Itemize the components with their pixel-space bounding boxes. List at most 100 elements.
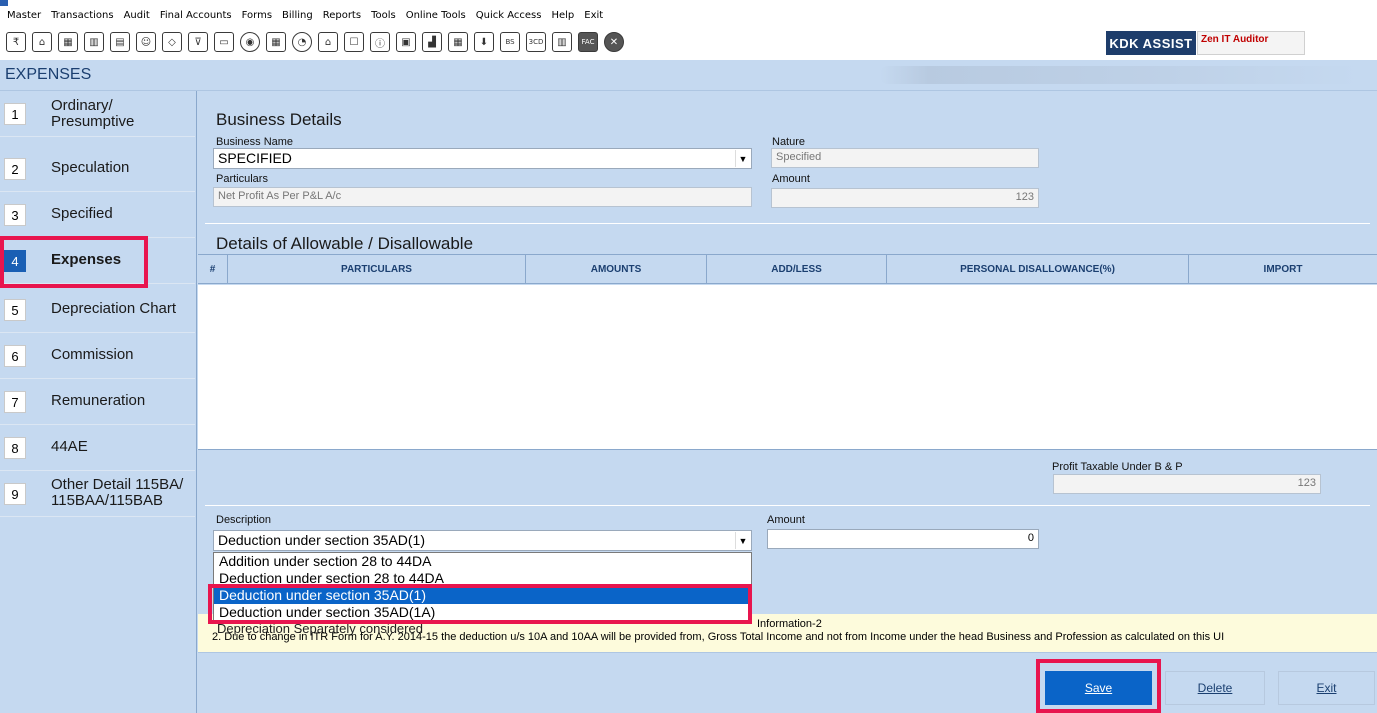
description-select[interactable]: Deduction under section 35AD(1) ▼ (213, 530, 752, 551)
menu-tools[interactable]: Tools (366, 10, 401, 21)
sidebar-item-number: 6 (4, 345, 26, 367)
blurred-info (880, 66, 1360, 84)
info-line-2: 2. Due to change in ITR Form for A.Y. 20… (212, 631, 1225, 643)
sidebar-item-label: 44AE (51, 438, 88, 455)
calculator-icon[interactable]: ▦ (266, 32, 286, 52)
report-icon[interactable]: ▟ (422, 32, 442, 52)
sidebar-item-number: 9 (4, 483, 26, 505)
sidebar-item-number: 7 (4, 391, 26, 413)
rupee-icon[interactable]: ₹ (6, 32, 26, 52)
column-amounts[interactable]: AMOUNTS (526, 255, 707, 283)
grid-header: # PARTICULARS AMOUNTS ADD/LESS PERSONAL … (198, 254, 1377, 284)
sidebar-item-label: Remuneration (51, 392, 146, 409)
close-circle-icon[interactable]: ✕ (604, 32, 624, 52)
allowable-grid-body[interactable] (198, 285, 1377, 450)
sidebar-item-specified[interactable]: 3 Specified (0, 192, 195, 238)
menu-master[interactable]: Master (2, 10, 46, 21)
disc-icon[interactable]: ◉ (240, 32, 260, 52)
description-label: Description (216, 514, 272, 526)
column-number: # (198, 255, 228, 283)
bs-icon[interactable]: BS (500, 32, 520, 52)
exit-button[interactable]: Exit (1278, 671, 1375, 705)
users-icon[interactable]: ☺ (136, 32, 156, 52)
chevron-down-icon[interactable]: ▼ (735, 532, 750, 549)
dropdown-option-selected[interactable]: Deduction under section 35AD(1) (214, 587, 751, 604)
dropdown-option[interactable]: Deduction under section 28 to 44DA (214, 570, 751, 587)
save-button[interactable]: Save (1045, 671, 1152, 705)
sidebar-item-other-detail[interactable]: 9 Other Detail 115BA/ 115BAA/115BAB (0, 471, 195, 517)
document-icon[interactable]: ☐ (344, 32, 364, 52)
chevron-down-icon[interactable]: ▼ (735, 150, 750, 167)
sidebar-item-ordinary[interactable]: 1 Ordinary/ Presumptive (0, 91, 195, 137)
pie-icon[interactable]: ◔ (292, 32, 312, 52)
menu-final-accounts[interactable]: Final Accounts (155, 10, 237, 21)
column-particulars[interactable]: PARTICULARS (228, 255, 526, 283)
section-divider (205, 223, 1370, 224)
profit-taxable-label: Profit Taxable Under B & P (1052, 461, 1183, 473)
sidebar-item-number: 8 (4, 437, 26, 459)
planner-icon[interactable]: ▦ (448, 32, 468, 52)
sidebar-item-44ae[interactable]: 8 44AE (0, 425, 195, 471)
sidebar-item-label: Ordinary/ Presumptive (51, 97, 135, 130)
allowable-title: Details of Allowable / Disallowable (216, 234, 474, 253)
menu-transactions[interactable]: Transactions (46, 10, 118, 21)
sidebar-item-speculation[interactable]: 2 Speculation (0, 146, 195, 192)
menu-billing[interactable]: Billing (277, 10, 318, 21)
dropdown-option[interactable]: Addition under section 28 to 44DA (214, 553, 751, 570)
calendar-icon[interactable]: ▤ (110, 32, 130, 52)
menu-audit[interactable]: Audit (119, 10, 155, 21)
zen-it-auditor-button[interactable]: Zen IT Auditor (1197, 31, 1305, 55)
menu-quick-access[interactable]: Quick Access (471, 10, 547, 21)
description-selected-value: Deduction under section 35AD(1) (218, 532, 426, 548)
grid-icon[interactable]: ▦ (58, 32, 78, 52)
kdk-assist-button[interactable]: KDK ASSIST (1106, 31, 1196, 55)
sidebar-item-number: 1 (4, 103, 26, 125)
business-name-select[interactable]: SPECIFIED ▼ (213, 148, 752, 169)
amount-label: Amount (772, 173, 810, 185)
amount-field: 123 (771, 188, 1039, 208)
menu-forms[interactable]: Forms (237, 10, 277, 21)
sidebar-item-number: 2 (4, 158, 26, 180)
register-icon[interactable]: ▣ (396, 32, 416, 52)
info-title: Information-2 (757, 618, 822, 630)
sidebar-item-number: 3 (4, 204, 26, 226)
menu-help[interactable]: Help (546, 10, 579, 21)
column-import[interactable]: IMPORT (1189, 255, 1377, 283)
fac-icon[interactable]: FAC (578, 32, 598, 52)
description-amount-input[interactable]: 0 (767, 529, 1039, 549)
menu-exit[interactable]: Exit (579, 10, 608, 21)
sidebar-item-remuneration[interactable]: 7 Remuneration (0, 379, 195, 425)
delete-button[interactable]: Delete (1165, 671, 1265, 705)
bar-chart-icon[interactable]: ▥ (84, 32, 104, 52)
description-amount-label: Amount (767, 514, 805, 526)
business-name-value: SPECIFIED (218, 150, 292, 166)
sidebar-item-expenses[interactable]: 4 Expenses (0, 238, 195, 284)
column-add-less[interactable]: ADD/LESS (707, 255, 887, 283)
menu-online-tools[interactable]: Online Tools (401, 10, 471, 21)
tag-icon[interactable]: ◇ (162, 32, 182, 52)
dropdown-option[interactable]: Deduction under section 35AD(1A) (214, 604, 751, 621)
menu-bar: Master Transactions Audit Final Accounts… (0, 6, 1377, 24)
tax-icon[interactable]: ▭ (214, 32, 234, 52)
pay-icon[interactable]: ⌂ (318, 32, 338, 52)
sidebar-item-commission[interactable]: 6 Commission (0, 333, 195, 379)
nature-field: Specified (771, 148, 1039, 168)
download-icon[interactable]: ⬇ (474, 32, 494, 52)
page-title: EXPENSES (5, 66, 92, 83)
home-icon[interactable]: ⌂ (32, 32, 52, 52)
info-icon[interactable]: ⓘ (370, 32, 390, 52)
nature-label: Nature (772, 136, 806, 148)
menu-reports[interactable]: Reports (318, 10, 366, 21)
business-name-label: Business Name (216, 136, 294, 148)
ledger-icon[interactable]: ▥ (552, 32, 572, 52)
description-dropdown-list[interactable]: Addition under section 28 to 44DA Deduct… (213, 552, 752, 624)
sidebar-item-depreciation-chart[interactable]: 5 Depreciation Chart (0, 287, 195, 333)
sidebar-item-label: Specified (51, 205, 113, 222)
sidebar-item-number: 5 (4, 299, 26, 321)
particulars-field: Net Profit As Per P&L A/c (213, 187, 752, 207)
column-personal-disallowance[interactable]: PERSONAL DISALLOWANCE(%) (887, 255, 1189, 283)
business-details-title: Business Details (216, 110, 342, 129)
3cd-icon[interactable]: 3CD (526, 32, 546, 52)
particulars-label: Particulars (216, 173, 268, 185)
filter-icon[interactable]: ⊽ (188, 32, 208, 52)
